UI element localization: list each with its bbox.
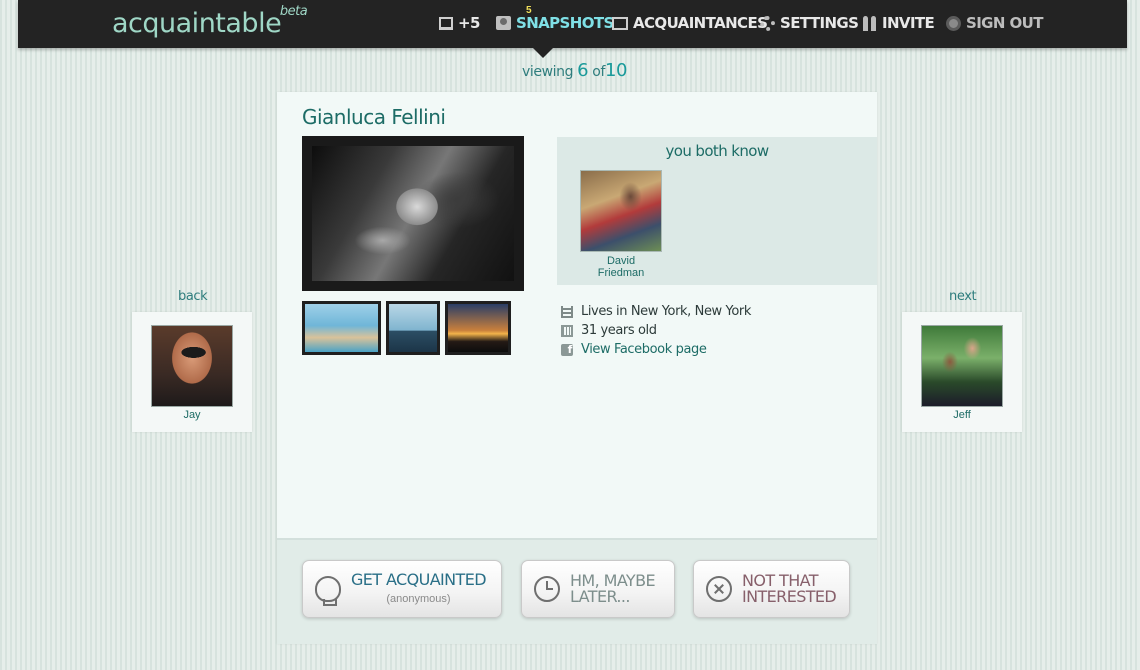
people-icon: [863, 15, 877, 31]
not-interested-line2: INTERESTED: [742, 587, 837, 606]
get-acquainted-subtext: (anonymous): [386, 592, 451, 605]
x-circle-icon: [706, 576, 732, 602]
nav-sign-out[interactable]: SIGN OUT: [946, 12, 1043, 34]
next-profile-card[interactable]: Jeff: [902, 312, 1022, 432]
profile-name: Gianluca Fellini: [302, 105, 446, 129]
facebook-link[interactable]: View Facebook page: [581, 342, 707, 357]
top-navigation-bar: acquaintable beta +5 5 SNAPSHOTS ACQUAINT…: [18, 0, 1127, 48]
active-nav-pointer: [533, 48, 553, 58]
maybe-later-label: HM, MAYBE LATER...: [570, 573, 656, 606]
main-profile-photo[interactable]: [302, 136, 524, 291]
nav-settings-label: SETTINGS: [780, 14, 859, 32]
photo-thumbnail[interactable]: [302, 301, 381, 355]
get-acquainted-text: GET ACQUAINTED: [351, 569, 487, 589]
pager-prefix: viewing: [522, 64, 574, 80]
calendar-icon: [561, 324, 573, 337]
monitor-icon: [439, 16, 453, 30]
gear-icon: [760, 15, 775, 31]
power-icon: [946, 15, 961, 31]
action-footer: GET ACQUAINTED (anonymous) HM, MAYBE LAT…: [277, 538, 877, 644]
nav-invite[interactable]: INVITE: [863, 12, 935, 34]
next-link[interactable]: next: [949, 289, 977, 304]
photo-thumbnail[interactable]: [445, 301, 511, 355]
facebook-icon: f: [561, 343, 573, 356]
avatar: [580, 170, 662, 252]
lightbulb-icon: [315, 576, 341, 606]
get-acquainted-label: GET ACQUAINTED (anonymous): [351, 569, 487, 607]
facebook-row[interactable]: f View Facebook page: [561, 340, 751, 359]
pager-current: 6: [577, 60, 589, 81]
location-text: Lives in New York, New York: [581, 304, 751, 319]
pager-sep: of: [592, 64, 605, 80]
nav-acquaintances[interactable]: ACQUAINTANCES: [612, 12, 768, 34]
not-interested-button[interactable]: NOT THAT INTERESTED: [693, 560, 850, 618]
nav-monitor-count[interactable]: +5: [439, 12, 480, 34]
main-nav: +5 5 SNAPSHOTS ACQUAINTANCES SETTINGS IN…: [18, 0, 1127, 48]
next-profile-name: Jeff: [953, 409, 971, 421]
profile-info: Lives in New York, New York 31 years old…: [561, 302, 751, 359]
nav-snapshots[interactable]: SNAPSHOTS: [496, 12, 614, 34]
mutual-friend[interactable]: David Friedman: [580, 170, 662, 279]
get-acquainted-button[interactable]: GET ACQUAINTED (anonymous): [302, 560, 502, 618]
maybe-later-button[interactable]: HM, MAYBE LATER...: [521, 560, 675, 618]
back-link[interactable]: back: [178, 289, 208, 304]
photo-thumbnails: [302, 301, 511, 355]
nav-snapshots-label: SNAPSHOTS: [516, 14, 614, 32]
age-row: 31 years old: [561, 321, 751, 340]
location-row: Lives in New York, New York: [561, 302, 751, 321]
nav-settings[interactable]: SETTINGS: [760, 12, 859, 34]
nav-invite-label: INVITE: [882, 14, 935, 32]
person-icon: [496, 16, 511, 30]
pager-total: 10: [604, 60, 628, 81]
mutual-friend-last-name: Friedman: [597, 267, 645, 279]
back-profile-card[interactable]: Jay: [132, 312, 252, 432]
avatar: [921, 325, 1003, 407]
monitor-count-label: +5: [458, 14, 480, 32]
pager-indicator: viewing 6 of10: [522, 60, 627, 81]
mutual-friends-panel: you both know David Friedman: [557, 137, 877, 285]
not-interested-label: NOT THAT INTERESTED: [742, 573, 837, 606]
profile-card: Gianluca Fellini you both know David Fri…: [277, 92, 877, 644]
nav-acquaintances-label: ACQUAINTANCES: [633, 14, 768, 32]
clock-icon: [534, 576, 560, 602]
back-profile-name: Jay: [183, 409, 201, 421]
mutual-friends-title: you both know: [665, 142, 769, 160]
avatar: [151, 325, 233, 407]
photo-thumbnail[interactable]: [386, 301, 440, 355]
main-photo-image: [312, 146, 514, 281]
age-text: 31 years old: [581, 323, 657, 338]
mutual-friend-name: David Friedman: [580, 255, 662, 279]
maybe-later-line2: LATER...: [570, 587, 630, 606]
envelope-icon: [612, 16, 628, 30]
mutual-friend-first-name: David: [606, 255, 636, 267]
building-icon: [561, 305, 573, 318]
nav-sign-out-label: SIGN OUT: [966, 14, 1043, 32]
